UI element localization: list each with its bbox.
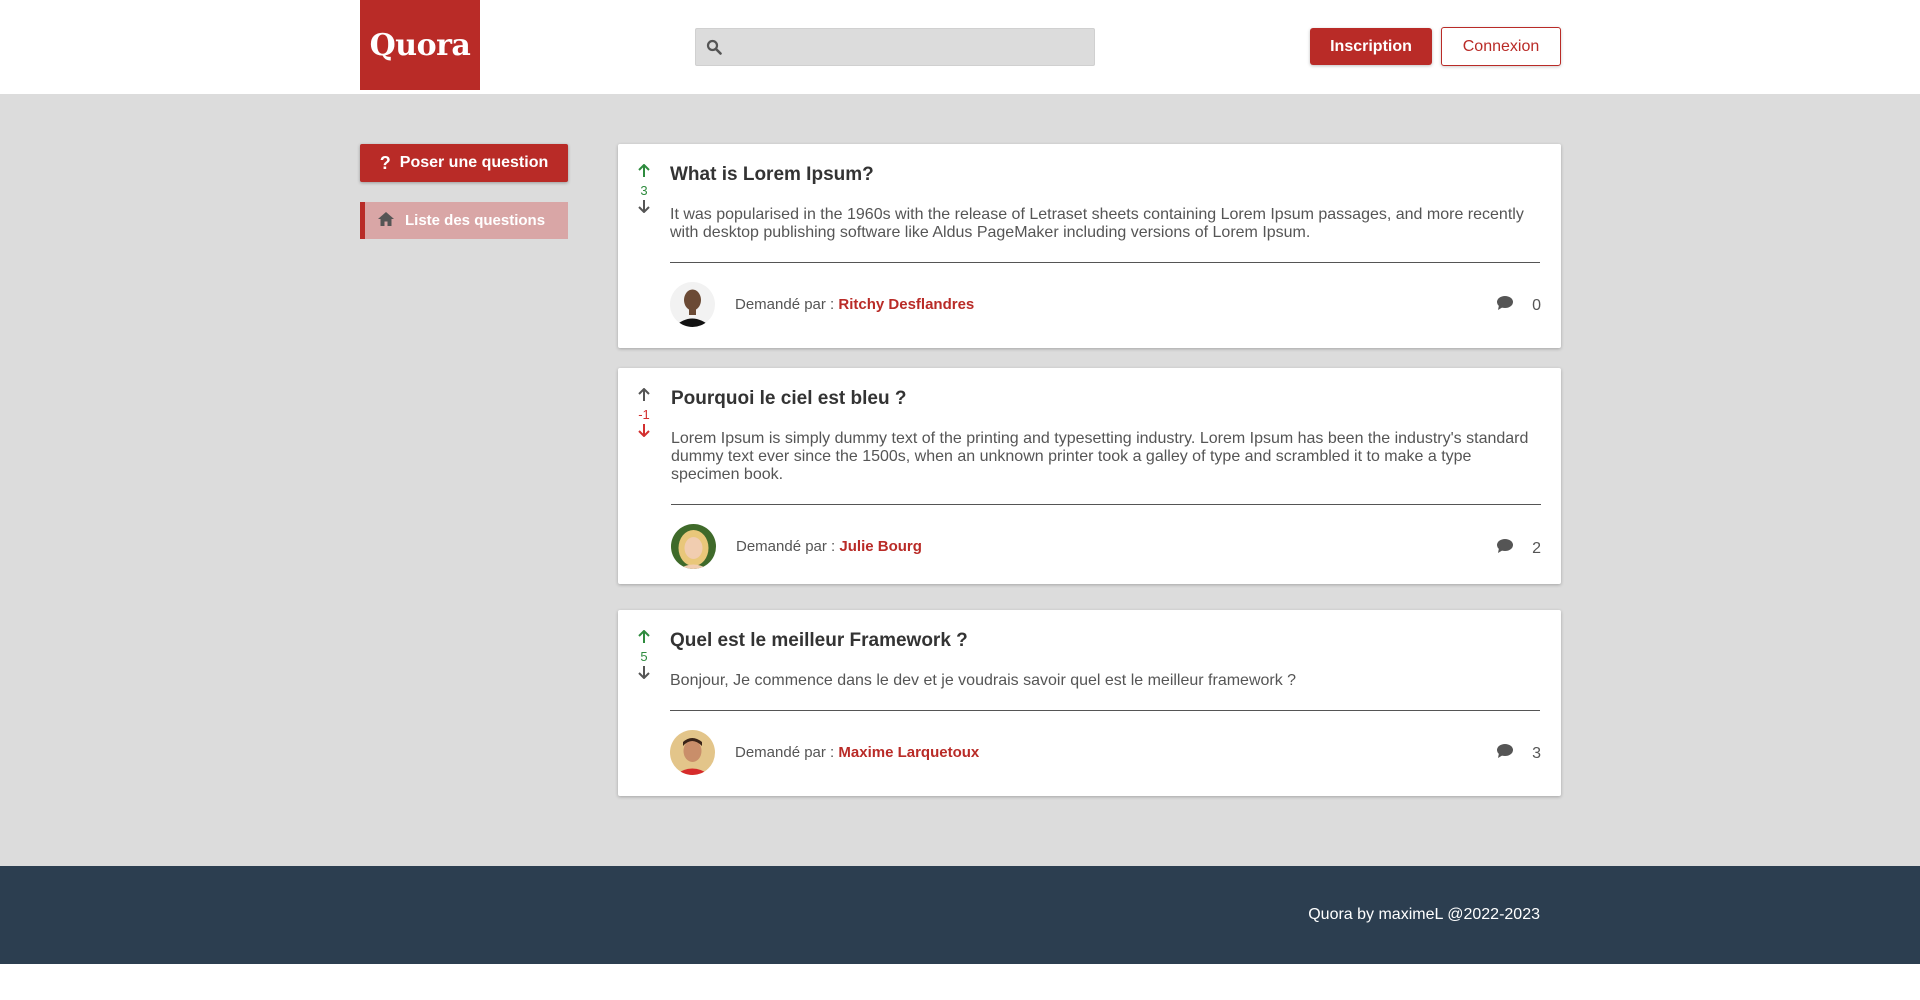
question-card: 5 Quel est le meilleur Framework ? Bonjo… — [618, 610, 1561, 796]
comment-counter[interactable]: 0 — [1496, 295, 1541, 316]
vote-count: 5 — [640, 649, 648, 664]
home-icon — [377, 211, 395, 231]
comment-icon — [1496, 295, 1514, 316]
avatar[interactable] — [670, 730, 715, 775]
author-name[interactable]: Ritchy Desflandres — [838, 296, 974, 313]
arrow-up-icon[interactable] — [637, 163, 651, 183]
arrow-down-icon[interactable] — [637, 665, 651, 684]
question-mark-icon: ? — [379, 152, 391, 173]
vote-control: 5 — [634, 629, 654, 684]
arrow-up-icon[interactable] — [637, 387, 651, 407]
search-input[interactable] — [732, 29, 1092, 65]
question-author: Demandé par : Julie Bourg — [671, 524, 922, 569]
divider — [671, 504, 1541, 505]
question-title[interactable]: Quel est le meilleur Framework ? — [670, 630, 968, 652]
top-header: Quora Inscription Connexion — [0, 0, 1920, 94]
arrow-down-icon[interactable] — [637, 423, 651, 442]
author-name[interactable]: Julie Bourg — [839, 538, 922, 555]
sidebar-item-questions-list[interactable]: Liste des questions — [360, 202, 568, 239]
avatar[interactable] — [670, 282, 715, 327]
search-icon — [706, 39, 722, 60]
vote-control: 3 — [634, 163, 654, 218]
avatar[interactable] — [671, 524, 716, 569]
comment-count: 0 — [1532, 296, 1541, 314]
arrow-down-icon[interactable] — [637, 199, 651, 218]
vote-count: -1 — [638, 407, 650, 422]
question-card: -1 Pourquoi le ciel est bleu ? Lorem Ips… — [618, 368, 1561, 584]
divider — [670, 262, 1540, 263]
asked-by-label: Demandé par : — [735, 296, 839, 313]
comment-icon — [1496, 538, 1514, 559]
main-area: ? Poser une question Liste des questions… — [0, 94, 1920, 866]
comment-icon — [1496, 743, 1514, 764]
question-title[interactable]: Pourquoi le ciel est bleu ? — [671, 388, 906, 410]
vote-count: 3 — [640, 183, 648, 198]
search-bar[interactable] — [695, 28, 1095, 66]
comment-count: 3 — [1532, 744, 1541, 762]
footer-text: Quora by maximeL @2022-2023 — [1308, 906, 1540, 923]
vote-control: -1 — [634, 387, 654, 442]
arrow-up-icon[interactable] — [637, 629, 651, 649]
quora-logo[interactable]: Quora — [360, 0, 480, 90]
question-body: It was popularised in the 1960s with the… — [670, 206, 1524, 241]
asked-by-label: Demandé par : — [736, 538, 840, 555]
question-author: Demandé par : Maxime Larquetoux — [670, 730, 979, 775]
sidebar-item-label: Liste des questions — [405, 212, 546, 229]
question-card: 3 What is Lorem Ipsum? It was popularise… — [618, 144, 1561, 348]
asked-by-label: Demandé par : — [735, 744, 839, 761]
question-body: Bonjour, Je commence dans le dev et je v… — [670, 672, 1297, 689]
ask-question-label: Poser une question — [399, 154, 549, 171]
signup-button[interactable]: Inscription — [1310, 28, 1432, 65]
asked-by: Demandé par : Maxime Larquetoux — [735, 744, 979, 761]
footer: Quora by maximeL @2022-2023 — [0, 866, 1920, 964]
question-body: Lorem Ipsum is simply dummy text of the … — [671, 430, 1529, 483]
asked-by: Demandé par : Ritchy Desflandres — [735, 296, 974, 313]
question-title[interactable]: What is Lorem Ipsum? — [670, 164, 874, 186]
asked-by: Demandé par : Julie Bourg — [736, 538, 922, 555]
question-author: Demandé par : Ritchy Desflandres — [670, 282, 974, 327]
divider — [670, 710, 1540, 711]
comment-count: 2 — [1532, 539, 1541, 557]
ask-question-button[interactable]: ? Poser une question — [360, 144, 568, 182]
comment-counter[interactable]: 2 — [1496, 538, 1541, 559]
comment-counter[interactable]: 3 — [1496, 743, 1541, 764]
author-name[interactable]: Maxime Larquetoux — [838, 744, 979, 761]
login-button[interactable]: Connexion — [1441, 27, 1561, 66]
